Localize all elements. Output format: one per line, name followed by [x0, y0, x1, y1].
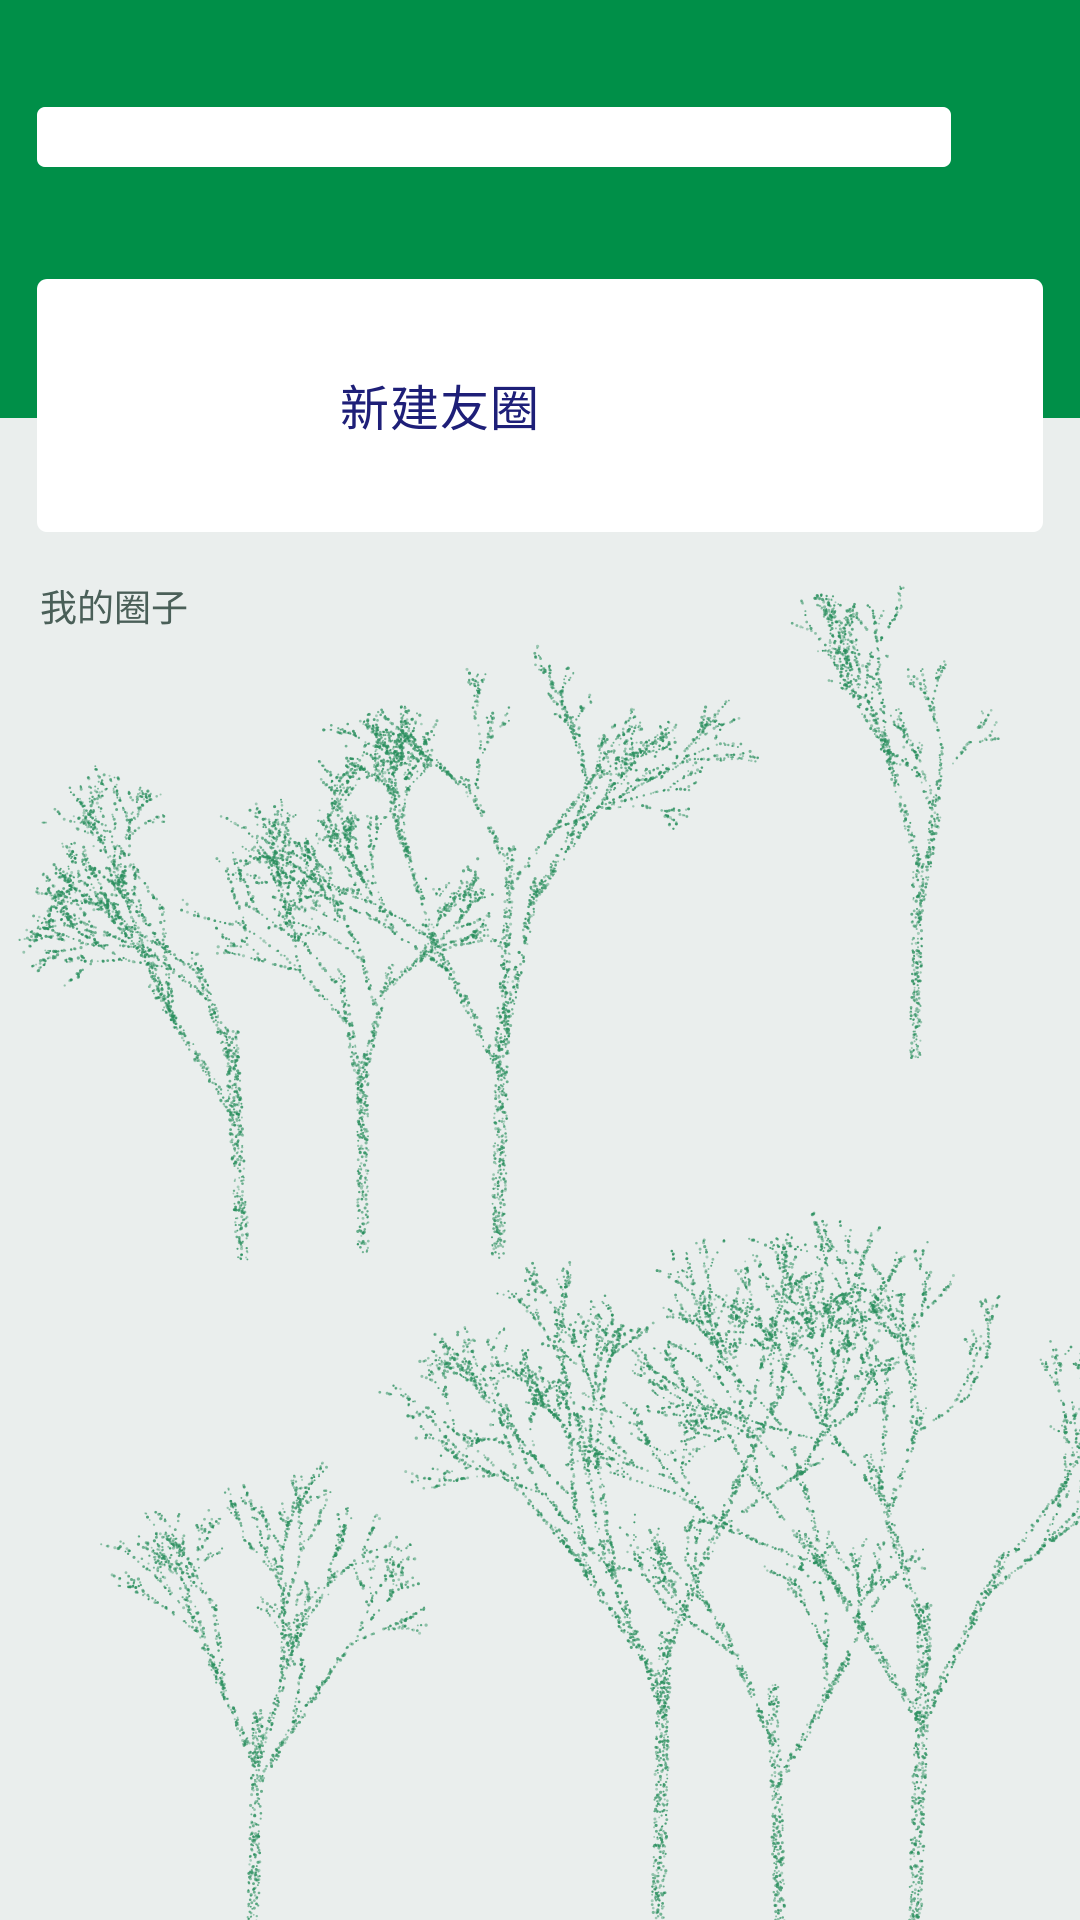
new-circle-label: 新建友圈	[340, 370, 540, 441]
new-circle-button[interactable]: 新建友圈	[37, 279, 1043, 532]
search-input[interactable]	[37, 107, 951, 167]
my-circles-section-title: 我的圈子	[40, 578, 188, 632]
tree-forest-illustration-icon	[18, 585, 1080, 1920]
